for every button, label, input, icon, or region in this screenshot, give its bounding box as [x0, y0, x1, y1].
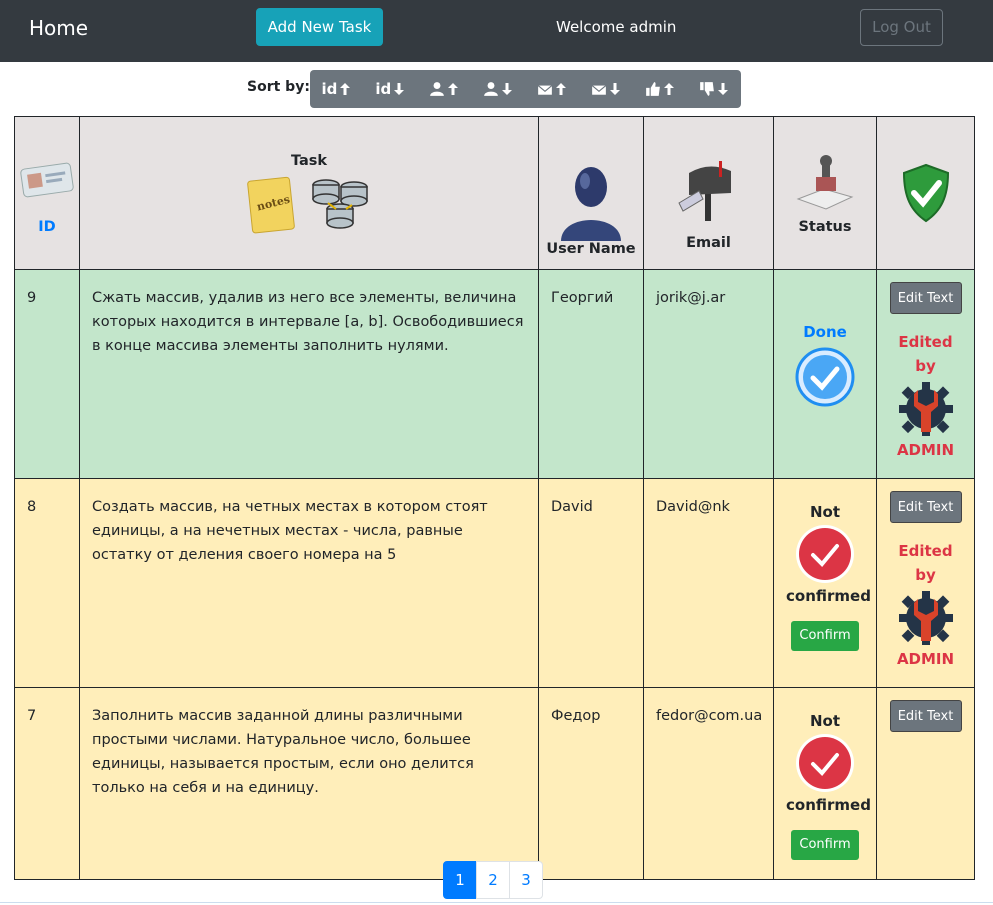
cell-task: Заполнить массив заданной длины различны…	[79, 687, 539, 880]
id-card-icon	[20, 162, 74, 198]
confirm-button[interactable]: Confirm	[791, 830, 859, 860]
envelope-icon	[591, 85, 607, 95]
arrow-up-icon	[663, 83, 674, 95]
done-check-icon	[795, 347, 855, 407]
cell-status: Not confirmed Confirm	[773, 478, 877, 688]
admin-gear-icon	[898, 591, 953, 645]
arrow-up-icon	[448, 83, 459, 95]
arrow-down-icon	[394, 83, 405, 95]
cell-task: Сжать массив, удалив из него все элемент…	[79, 269, 539, 479]
stamp-icon	[796, 155, 854, 210]
thumbs-down-icon	[699, 82, 714, 96]
sort-status-desc-button[interactable]	[687, 70, 741, 108]
edit-text-button[interactable]: Edit Text	[889, 282, 962, 314]
home-link[interactable]: Home	[29, 16, 88, 40]
arrow-down-icon	[502, 83, 513, 95]
header-id: ID	[14, 116, 80, 270]
table-row: 9 Сжать массив, удалив из него все элеме…	[14, 269, 975, 479]
user-icon	[430, 82, 445, 96]
shield-check-icon	[902, 163, 949, 223]
page-2-button[interactable]: 2	[476, 861, 510, 899]
page-1-button[interactable]: 1	[443, 861, 477, 899]
sort-user-asc-button[interactable]	[418, 70, 472, 108]
cell-status: Done	[773, 269, 877, 479]
edit-text-button[interactable]: Edit Text	[889, 491, 962, 523]
cell-id: 7	[14, 687, 80, 880]
edit-text-button[interactable]: Edit Text	[889, 700, 962, 732]
edited-by-label: Edited by	[898, 333, 953, 375]
sort-label: Sort by:	[247, 79, 310, 95]
cell-actions: Edit Text Edited by ADMIN	[876, 478, 975, 688]
sort-id-text: id	[375, 80, 392, 98]
header-user: User Name	[538, 116, 644, 270]
editor-name: ADMIN	[896, 441, 955, 459]
header-task: Task notes	[79, 116, 539, 270]
sort-id-asc-button[interactable]: id	[310, 70, 364, 108]
cell-user: Федор	[538, 687, 644, 880]
header-status: Status	[773, 116, 877, 270]
page-3-button[interactable]: 3	[509, 861, 543, 899]
notes-icon: notes	[247, 176, 295, 234]
mailbox-icon	[677, 161, 731, 221]
admin-gear-icon	[898, 382, 953, 436]
arrow-up-icon	[340, 83, 351, 95]
sort-email-asc-button[interactable]	[526, 70, 580, 108]
sort-button-group: id id	[310, 70, 741, 108]
cell-email: fedor@com.ua	[643, 687, 774, 880]
tasks-table: ID Task notes User Name Email Status 9 С…	[14, 116, 975, 880]
pagination: 1 2 3	[443, 861, 543, 899]
cell-id: 8	[14, 478, 80, 688]
status-text: Done	[803, 323, 847, 341]
table-row: 8 Создать массив, на четных местах в кот…	[14, 478, 975, 688]
cell-id: 9	[14, 269, 80, 479]
sort-id-desc-button[interactable]: id	[364, 70, 418, 108]
cell-user: Георгий	[538, 269, 644, 479]
envelope-icon	[537, 85, 553, 95]
edited-by-label: Edited by	[898, 542, 953, 584]
header-email: Email	[643, 116, 774, 270]
editor-name: ADMIN	[896, 650, 955, 668]
sort-email-desc-button[interactable]	[579, 70, 633, 108]
header-actions	[876, 116, 975, 270]
header-task-label: Task	[290, 153, 328, 169]
cell-actions: Edit Text	[876, 687, 975, 880]
cell-user: David	[538, 478, 644, 688]
sort-status-asc-button[interactable]	[633, 70, 687, 108]
header-id-label: ID	[38, 219, 56, 235]
user-icon	[484, 82, 498, 96]
arrow-down-icon	[609, 83, 620, 95]
sort-id-text: id	[321, 80, 338, 98]
cell-task: Создать массив, на четных местах в котор…	[79, 478, 539, 688]
arrow-down-icon	[717, 83, 728, 95]
navbar: Home Add New Task Welcome admin Log Out	[0, 0, 993, 62]
not-confirmed-check-icon	[796, 734, 854, 792]
cell-actions: Edit Text Edited by ADMIN	[876, 269, 975, 479]
status-text: confirmed	[786, 796, 871, 814]
status-text: Not	[809, 712, 841, 730]
table-row: 7 Заполнить массив заданной длины различ…	[14, 687, 975, 880]
thumbs-up-icon	[645, 82, 660, 96]
add-task-button[interactable]: Add New Task	[256, 8, 383, 46]
database-icon	[312, 179, 368, 229]
header-email-label: Email	[686, 235, 731, 251]
header-status-label: Status	[798, 219, 852, 235]
status-text: confirmed	[786, 587, 871, 605]
cell-email: jorik@j.ar	[643, 269, 774, 479]
confirm-button[interactable]: Confirm	[791, 621, 859, 651]
divider	[0, 902, 993, 903]
cell-status: Not confirmed Confirm	[773, 687, 877, 880]
not-confirmed-check-icon	[796, 525, 854, 583]
arrow-up-icon	[555, 83, 566, 95]
user-avatar-icon	[561, 167, 621, 241]
sort-user-desc-button[interactable]	[472, 70, 526, 108]
cell-email: David@nk	[643, 478, 774, 688]
status-text: Not	[809, 503, 841, 521]
welcome-text: Welcome admin	[556, 18, 677, 36]
logout-button[interactable]: Log Out	[860, 9, 943, 46]
header-user-label: User Name	[546, 241, 636, 257]
